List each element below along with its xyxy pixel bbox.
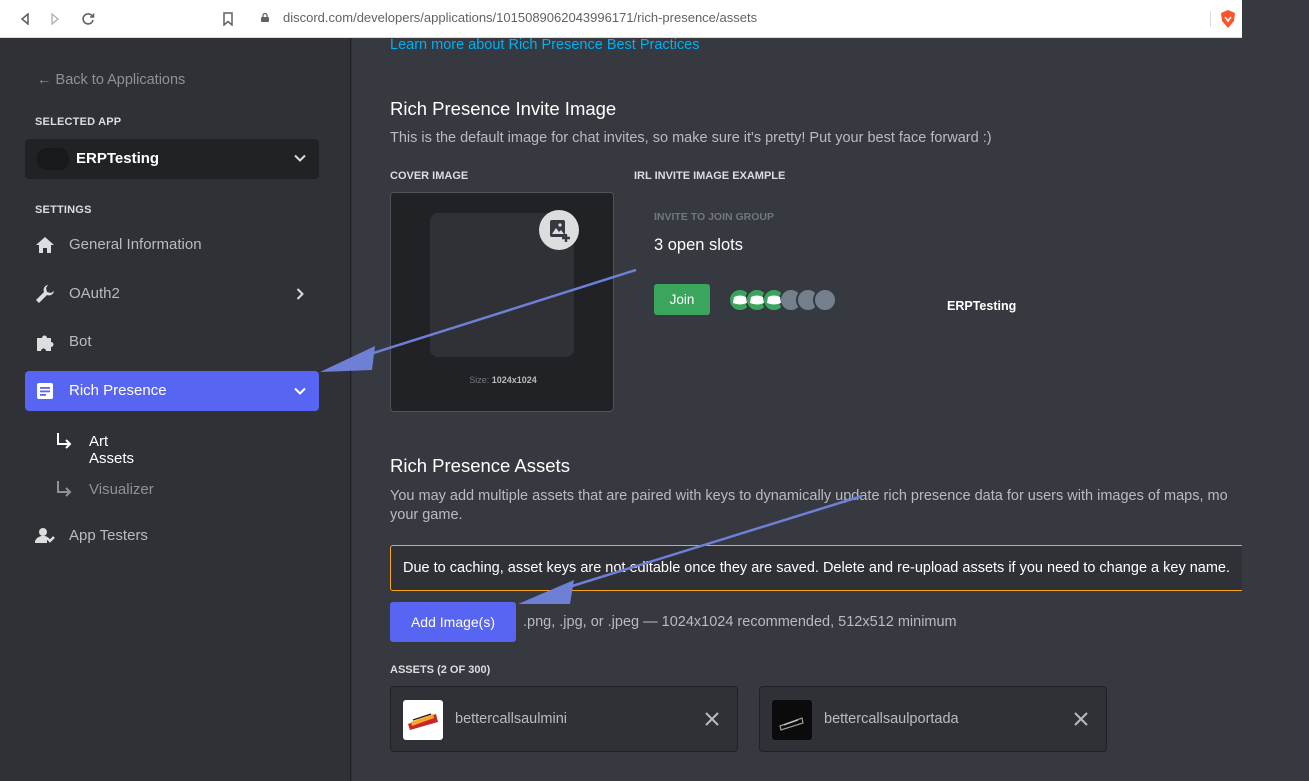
asset-logo-image — [408, 713, 438, 730]
add-image-icon[interactable] — [539, 210, 579, 250]
invite-example-label: IRL INVITE IMAGE EXAMPLE — [634, 170, 786, 182]
sidebar-item-oauth2[interactable]: OAuth2 — [25, 274, 319, 314]
app-avatar — [37, 148, 69, 170]
sidebar-item-label: Bot — [69, 333, 92, 350]
sidebar-item-rich-presence[interactable]: Rich Presence — [25, 371, 319, 411]
delete-asset-icon[interactable] — [1072, 710, 1090, 728]
asset-thumbnail — [772, 700, 812, 740]
invite-to-join-label: INVITE TO JOIN GROUP — [654, 211, 774, 223]
sidebar-item-label: App Testers — [69, 527, 148, 544]
sidebar-subitem-label: Art Assets — [89, 433, 135, 467]
document-icon — [37, 383, 53, 399]
sub-arrow-icon — [57, 433, 72, 449]
puzzle-icon — [37, 335, 54, 351]
toolbar-divider — [1210, 11, 1211, 27]
invite-image-title: Rich Presence Invite Image — [390, 98, 617, 119]
assets-count-label: ASSETS (2 OF 300) — [390, 664, 491, 676]
caching-warning-notice: Due to caching, asset keys are not edita… — [390, 545, 1242, 591]
caching-warning-text: Due to caching, asset keys are not edita… — [403, 560, 1231, 576]
assets-description-line-2: your game. — [390, 507, 463, 523]
home-icon — [36, 237, 54, 253]
address-bar[interactable]: discord.com/developers/applications/1015… — [283, 10, 757, 25]
sidebar-item-label: OAuth2 — [69, 285, 120, 302]
discord-logo-icon — [733, 295, 781, 305]
back-nav-icon[interactable] — [14, 8, 36, 30]
brave-shield-icon[interactable] — [1220, 10, 1236, 28]
invite-app-name: ERPTesting — [947, 299, 1017, 313]
sub-arrow-icon — [57, 481, 72, 497]
settings-label: SETTINGS — [35, 204, 92, 216]
assets-title: Rich Presence Assets — [390, 455, 570, 476]
assets-description-line-1: You may add multiple assets that are pai… — [390, 488, 1228, 504]
empty-slot — [813, 288, 837, 312]
open-slots-text: 3 open slots — [654, 236, 743, 254]
app-selector[interactable]: ERPTesting — [25, 139, 319, 179]
sidebar-subitem-label: Visualizer — [89, 481, 154, 498]
asset-logo-image — [779, 717, 804, 731]
user-test-icon — [35, 528, 55, 544]
asset-key-name[interactable]: bettercallsaulmini — [455, 711, 567, 727]
party-slots — [728, 288, 848, 312]
join-button[interactable]: Join — [654, 284, 710, 315]
right-gutter — [1242, 0, 1309, 781]
cover-image-upload[interactable]: Size: 1024x1024 — [390, 192, 614, 412]
sidebar: ← Back to Applications SELECTED APP ERPT… — [0, 38, 351, 781]
asset-key-name[interactable]: bettercallsaulportada — [824, 711, 959, 727]
best-practices-link[interactable]: Learn more about Rich Presence Best Prac… — [390, 38, 699, 53]
lock-icon — [261, 13, 269, 22]
forward-nav-icon[interactable] — [44, 8, 66, 30]
chevron-down-icon — [294, 387, 306, 395]
file-format-hint: .png, .jpg, or .jpeg — 1024x1024 recomme… — [523, 614, 957, 630]
sidebar-item-label: General Information — [69, 236, 202, 253]
asset-card: bettercallsaulmini — [390, 686, 738, 752]
back-to-applications-link[interactable]: ← Back to Applications — [37, 72, 185, 88]
sidebar-item-general-information[interactable]: General Information — [25, 225, 319, 265]
sidebar-item-app-testers[interactable]: App Testers — [25, 516, 319, 556]
sidebar-item-label: Rich Presence — [69, 382, 167, 399]
delete-asset-icon[interactable] — [703, 710, 721, 728]
selected-app-label: SELECTED APP — [35, 116, 122, 128]
main-content: Learn more about Rich Presence Best Prac… — [352, 38, 1242, 781]
asset-thumbnail — [403, 700, 443, 740]
wrench-icon — [36, 285, 54, 303]
cover-size-text: Size: 1024x1024 — [469, 375, 537, 385]
sidebar-item-bot[interactable]: Bot — [25, 322, 319, 362]
add-images-button[interactable]: Add Image(s) — [390, 602, 516, 642]
browser-toolbar: discord.com/developers/applications/1015… — [0, 0, 1242, 38]
reload-icon[interactable] — [77, 8, 99, 30]
chevron-right-icon — [296, 288, 304, 300]
bookmark-icon[interactable] — [217, 8, 239, 30]
asset-card: bettercallsaulportada — [759, 686, 1107, 752]
app-selector-name: ERPTesting — [76, 150, 160, 167]
chevron-down-icon — [294, 154, 306, 162]
cover-image-label: COVER IMAGE — [390, 170, 469, 182]
invite-image-description: This is the default image for chat invit… — [390, 130, 992, 146]
